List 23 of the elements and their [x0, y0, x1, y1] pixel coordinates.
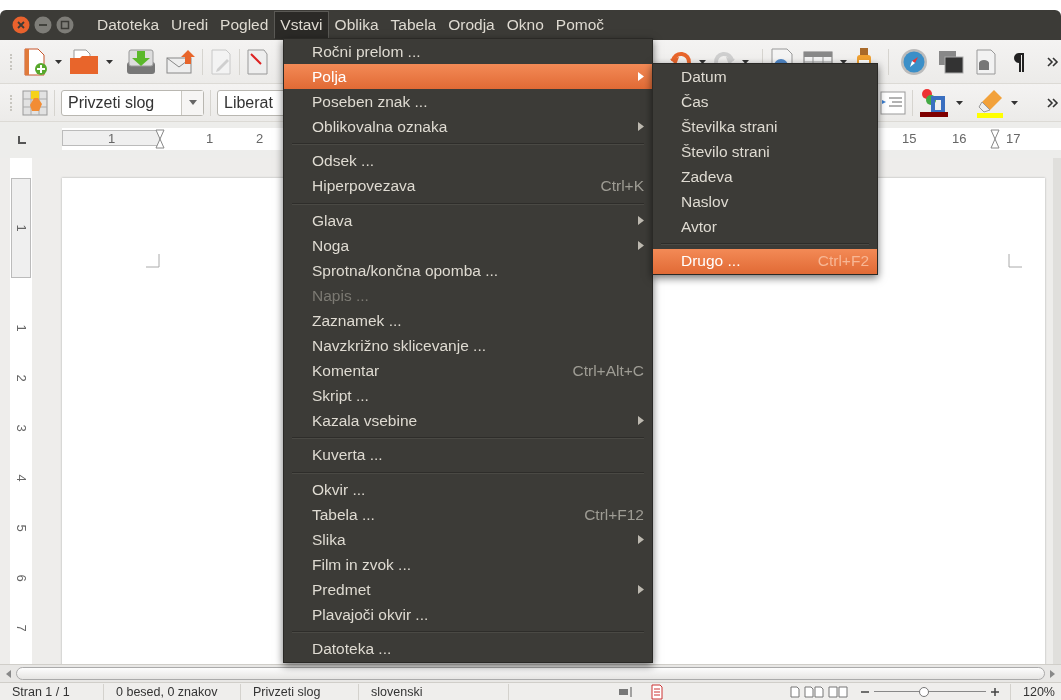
ruler-number: 17: [1006, 132, 1021, 146]
ruler-number: 16: [952, 132, 967, 146]
ruler-number: 4: [13, 474, 28, 482]
shortcut-label: Ctrl+F2: [817, 251, 869, 272]
word-count: 0 besed, 0 znakov: [104, 683, 241, 700]
language-status: slovenski: [359, 683, 509, 700]
ruler-number: 2: [13, 374, 28, 382]
ruler-number: 7: [13, 624, 28, 632]
ruler-number: 1: [108, 132, 116, 146]
shortcut-label: Ctrl+Alt+C: [572, 360, 644, 381]
ruler-number: 1: [13, 324, 28, 332]
shortcut-label: Ctrl+F12: [584, 504, 644, 525]
ruler-number: 1: [206, 132, 214, 146]
ruler-number: 6: [13, 574, 28, 582]
shortcut-label: Ctrl+K: [600, 176, 644, 197]
ruler-number: 5: [13, 524, 28, 532]
ruler-number: 3: [13, 424, 28, 432]
ruler-number: 15: [902, 132, 917, 146]
ruler-number: 2: [256, 132, 264, 146]
zoom-percentage: 120%: [1010, 683, 1061, 700]
page-status: Stran 1 / 1: [0, 683, 104, 700]
page-style: Privzeti slog: [241, 683, 359, 700]
ruler-number: 1: [13, 224, 28, 232]
